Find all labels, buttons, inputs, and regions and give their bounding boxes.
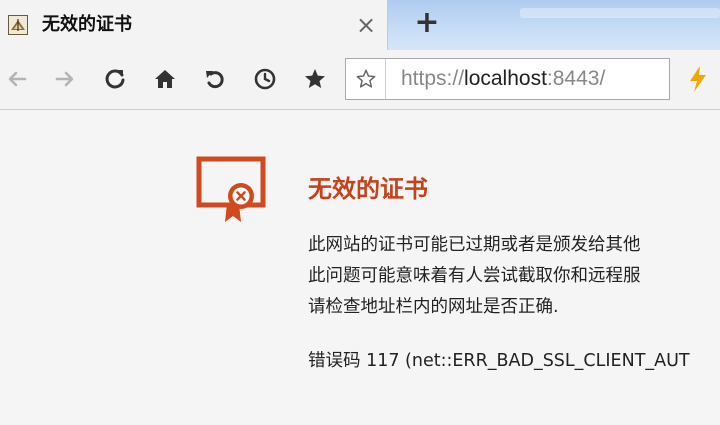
- star-icon[interactable]: [298, 62, 332, 96]
- reload-icon[interactable]: [98, 62, 132, 96]
- clock-icon[interactable]: [248, 62, 282, 96]
- url-port: :8443/: [546, 67, 606, 90]
- certificate-error-icon: [195, 156, 271, 230]
- error-line-2: 此问题可能意味着有人尝试截取你和远程服: [308, 266, 641, 286]
- error-line-3: 请检查地址栏内的网址是否正确.: [308, 297, 559, 317]
- toolbar: https://localhost:8443/: [0, 50, 720, 110]
- arrow-right-icon[interactable]: [48, 62, 82, 96]
- moth-favicon-icon: [8, 15, 28, 35]
- arrow-left-icon[interactable]: [0, 62, 34, 96]
- tab-title: 无效的证书: [42, 14, 132, 35]
- undo-icon[interactable]: [198, 62, 232, 96]
- home-icon[interactable]: [148, 62, 182, 96]
- error-title: 无效的证书: [308, 175, 428, 203]
- address-bar[interactable]: https://localhost:8443/: [345, 58, 670, 100]
- error-description: 此网站的证书可能已过期或者是颁发给其他 此问题可能意味着有人尝试截取你和远程服 …: [308, 230, 720, 323]
- background-decoration: [520, 8, 720, 18]
- url-scheme: https://: [401, 67, 465, 90]
- tab-active[interactable]: 无效的证书 ×: [0, 0, 388, 50]
- error-code: 错误码 117 (net::ERR_BAD_SSL_CLIENT_AUT: [308, 351, 690, 371]
- lightning-icon[interactable]: [684, 62, 712, 96]
- new-tab-button[interactable]: +: [412, 6, 442, 40]
- url-text[interactable]: https://localhost:8443/: [401, 65, 605, 93]
- error-line-1: 此网站的证书可能已过期或者是颁发给其他: [308, 235, 641, 255]
- error-page: 无效的证书 此网站的证书可能已过期或者是颁发给其他 此问题可能意味着有人尝试截取…: [0, 110, 720, 425]
- tab-strip: 无效的证书 × +: [0, 0, 720, 50]
- url-host: localhost: [464, 67, 547, 90]
- star-outline-icon[interactable]: [346, 59, 386, 99]
- close-icon[interactable]: ×: [354, 12, 378, 38]
